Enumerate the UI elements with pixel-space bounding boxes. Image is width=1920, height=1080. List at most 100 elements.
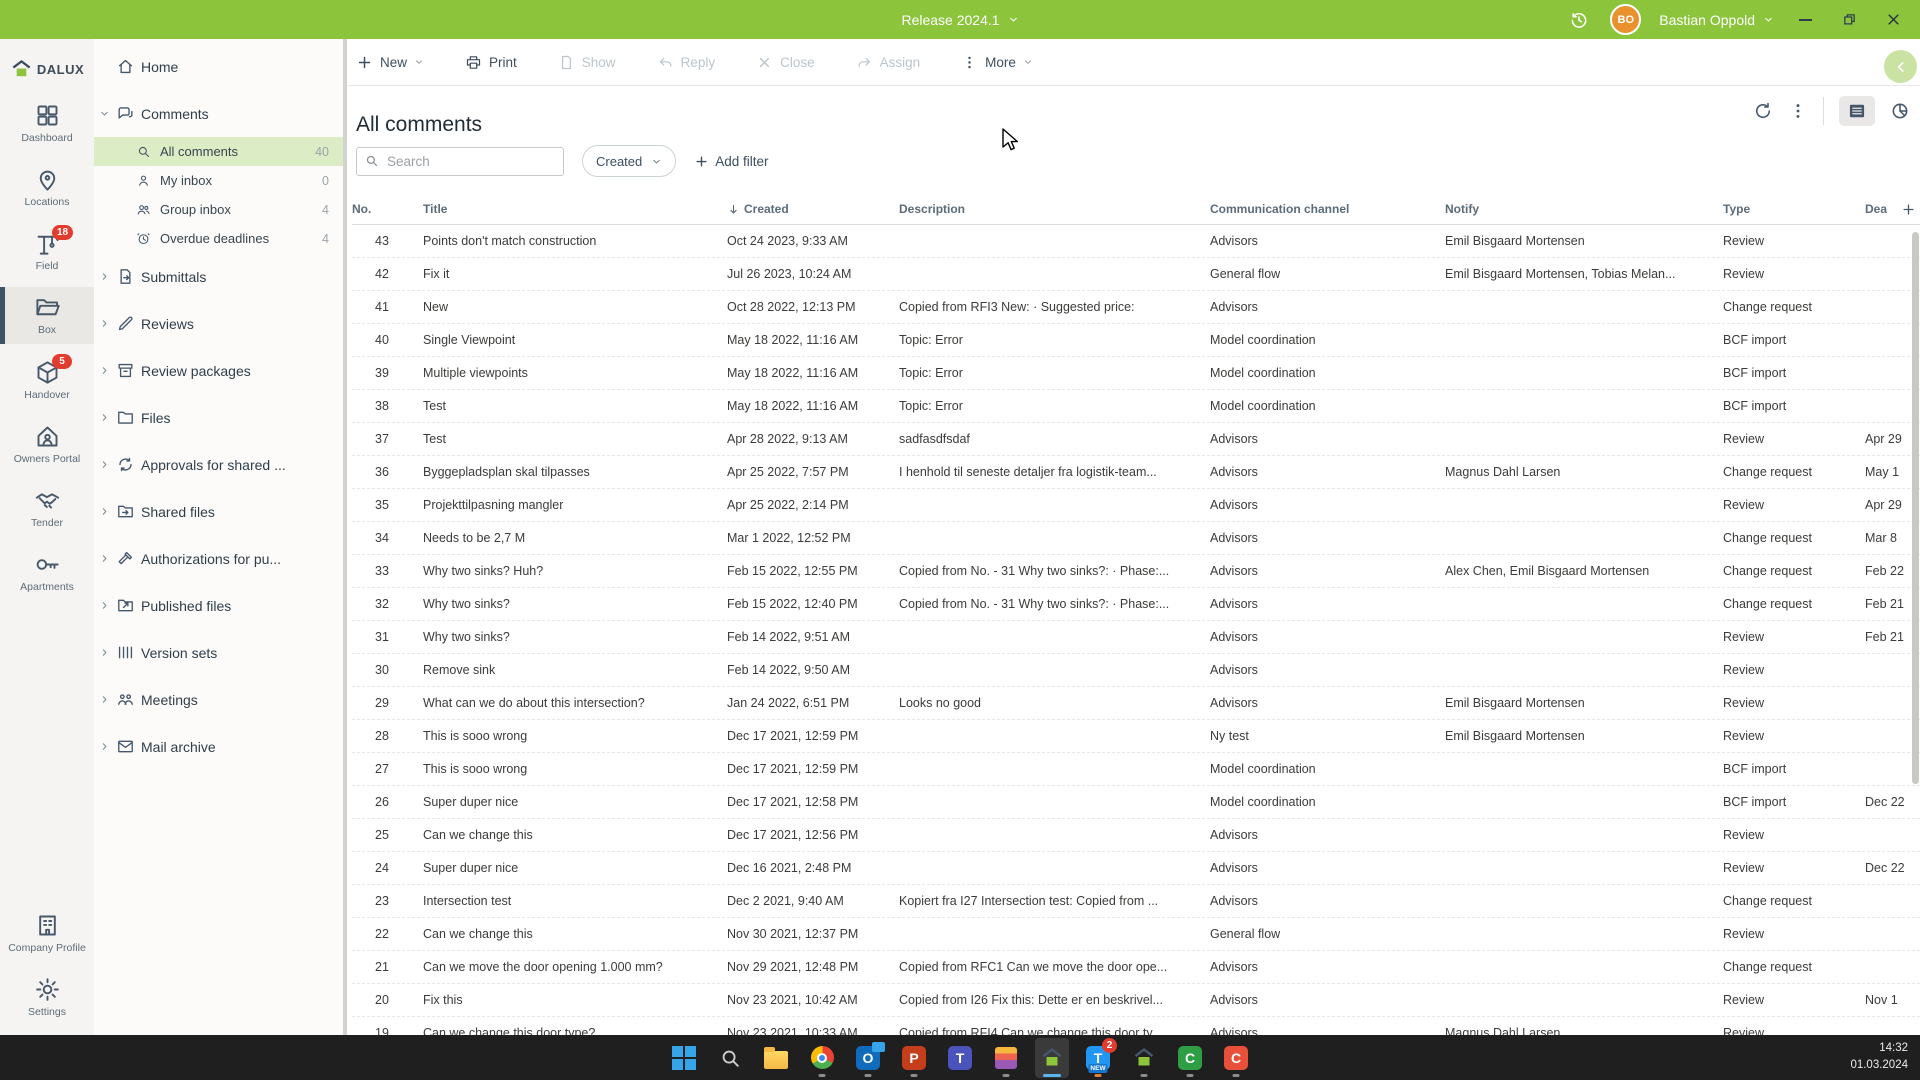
table-row[interactable]: 31 Why two sinks? Feb 14 2022, 9:51 AM A… [352, 621, 1920, 654]
new-button[interactable]: New [356, 54, 424, 71]
taskbar-start-button[interactable] [667, 1038, 701, 1078]
table-row[interactable]: 25 Can we change this Dec 17 2021, 12:56… [352, 819, 1920, 852]
table-row[interactable]: 20 Fix this Nov 23 2021, 10:42 AM Copied… [352, 984, 1920, 1017]
sidebar-item-authorizations[interactable]: Authorizations for pu... [94, 535, 343, 582]
rail-item-dashboard[interactable]: Dashboard [0, 95, 94, 151]
table-row[interactable]: 41 New Oct 28 2022, 12:13 PM Copied from… [352, 291, 1920, 324]
taskbar-camtasia-red[interactable]: C [1219, 1038, 1253, 1078]
table-row[interactable]: 23 Intersection test Dec 2 2021, 9:40 AM… [352, 885, 1920, 918]
taskbar-chrome[interactable] [805, 1038, 839, 1078]
sidebar-item-all-comments[interactable]: All comments 40 [94, 137, 343, 166]
taskbar-dalux-app[interactable] [1127, 1038, 1161, 1078]
user-menu[interactable]: Bastian Oppold [1659, 12, 1774, 28]
print-button[interactable]: Print [465, 54, 517, 71]
chart-view-toggle[interactable] [1890, 101, 1910, 121]
taskbar-teams[interactable]: T [943, 1038, 977, 1078]
table-row[interactable]: 24 Super duper nice Dec 16 2021, 2:48 PM… [352, 852, 1920, 885]
restore-button[interactable] [1836, 7, 1862, 33]
sidebar-item-meetings[interactable]: Meetings [94, 676, 343, 723]
rail-item-apartments[interactable]: Apartments [0, 544, 94, 600]
table-row[interactable]: 40 Single Viewpoint May 18 2022, 11:16 A… [352, 324, 1920, 357]
reply-button[interactable]: Reply [657, 54, 716, 71]
show-button[interactable]: Show [558, 54, 616, 71]
search-input[interactable] [356, 147, 564, 176]
folder-open-icon [0, 294, 94, 321]
sidebar-item-published-files[interactable]: Published files [94, 582, 343, 629]
table-row[interactable]: 26 Super duper nice Dec 17 2021, 12:58 P… [352, 786, 1920, 819]
taskbar-taskbar-search[interactable] [713, 1038, 747, 1078]
table-row[interactable]: 28 This is sooo wrong Dec 17 2021, 12:59… [352, 720, 1920, 753]
sidebar-item-approvals-for-shared[interactable]: Approvals for shared ... [94, 441, 343, 488]
taskbar-clock[interactable]: 14:32 01.03.2024 [1850, 1040, 1908, 1073]
taskbar-outlook[interactable]: O [851, 1038, 885, 1078]
rail-item-tender[interactable]: Tender [0, 480, 94, 536]
taskbar-t-app[interactable]: T 2 NEW [1081, 1038, 1115, 1078]
table-row[interactable]: 27 This is sooo wrong Dec 17 2021, 12:59… [352, 753, 1920, 786]
clock-date: 01.03.2024 [1850, 1057, 1908, 1074]
sort-dropdown[interactable]: Created [582, 145, 676, 177]
col-type[interactable]: Type [1723, 202, 1865, 216]
sidebar-item-mail-archive[interactable]: Mail archive [94, 723, 343, 770]
table-row[interactable]: 33 Why two sinks? Huh? Feb 15 2022, 12:5… [352, 555, 1920, 588]
dalux-logo[interactable]: DALUX [0, 43, 94, 95]
rail-item-handover[interactable]: 5 Handover [0, 352, 94, 408]
table-row[interactable]: 42 Fix it Jul 26 2023, 10:24 AM General … [352, 258, 1920, 291]
sidebar-item-reviews[interactable]: Reviews [94, 300, 343, 347]
table-row[interactable]: 36 Byggepladsplan skal tilpasses Apr 25 … [352, 456, 1920, 489]
minimize-button[interactable] [1792, 7, 1818, 33]
sidebar-item-my-inbox[interactable]: My inbox 0 [94, 166, 343, 195]
table-row[interactable]: 35 Projekttilpasning mangler Apr 25 2022… [352, 489, 1920, 522]
vertical-scrollbar[interactable] [1912, 232, 1919, 784]
taskbar-camtasia-green[interactable]: C [1173, 1038, 1207, 1078]
table-row[interactable]: 38 Test May 18 2022, 11:16 AM Topic: Err… [352, 390, 1920, 423]
taskbar-dalux-app-active[interactable] [1035, 1038, 1069, 1078]
rail-item-field[interactable]: 18 Field [0, 223, 94, 279]
refresh-icon[interactable] [1753, 101, 1773, 121]
add-filter-button[interactable]: Add filter [694, 154, 768, 169]
sidebar-item-review-packages[interactable]: Review packages [94, 347, 343, 394]
table-row[interactable]: 22 Can we change this Nov 30 2021, 12:37… [352, 918, 1920, 951]
table-row[interactable]: 39 Multiple viewpoints May 18 2022, 11:1… [352, 357, 1920, 390]
collapse-panel-button[interactable] [1884, 50, 1917, 83]
table-row[interactable]: 37 Test Apr 28 2022, 9:13 AM sadfasdfsda… [352, 423, 1920, 456]
add-column-icon[interactable] [1901, 202, 1916, 217]
col-deadline[interactable]: Dea [1865, 202, 1920, 217]
col-notify[interactable]: Notify [1445, 202, 1723, 216]
avatar[interactable]: BO [1610, 4, 1641, 35]
col-communication-channel[interactable]: Communication channel [1210, 202, 1445, 216]
col-no[interactable]: No. [352, 202, 423, 216]
rail-item-box[interactable]: Box [0, 287, 94, 343]
sidebar-item-overdue-deadlines[interactable]: Overdue deadlines 4 [94, 224, 343, 253]
col-description[interactable]: Description [899, 202, 1210, 216]
rail-item-company-profile[interactable]: Company Profile [0, 905, 94, 961]
col-created[interactable]: Created [727, 202, 899, 216]
taskbar-file-explorer[interactable] [759, 1038, 793, 1078]
table-row[interactable]: 30 Remove sink Feb 14 2022, 9:50 AM Advi… [352, 654, 1920, 687]
more-button[interactable]: More [961, 54, 1033, 71]
table-row[interactable]: 43 Points don't match construction Oct 2… [352, 225, 1920, 258]
table-row[interactable]: 32 Why two sinks? Feb 15 2022, 12:40 PM … [352, 588, 1920, 621]
close-window-button[interactable] [1880, 7, 1906, 33]
table-row[interactable]: 21 Can we move the door opening 1.000 mm… [352, 951, 1920, 984]
table-row[interactable]: 29 What can we do about this intersectio… [352, 687, 1920, 720]
table-row[interactable]: 34 Needs to be 2,7 M Mar 1 2022, 12:52 P… [352, 522, 1920, 555]
table-row[interactable]: 19 Can we change this door type? Nov 23 … [352, 1017, 1920, 1035]
sidebar-item-group-inbox[interactable]: Group inbox 4 [94, 195, 343, 224]
rail-item-settings[interactable]: Settings [0, 969, 94, 1025]
sidebar-item-home[interactable]: Home [94, 43, 343, 90]
assign-button[interactable]: Assign [856, 54, 921, 71]
col-title[interactable]: Title [423, 202, 727, 216]
sidebar-item-shared-files[interactable]: Shared files [94, 488, 343, 535]
sidebar-item-submittals[interactable]: Submittals [94, 253, 343, 300]
rail-item-owners-portal[interactable]: Owners Portal [0, 416, 94, 472]
sidebar-item-files[interactable]: Files [94, 394, 343, 441]
taskbar-widget-stack[interactable] [989, 1038, 1023, 1078]
sidebar-item-version-sets[interactable]: Version sets [94, 629, 343, 676]
table-view-toggle[interactable] [1839, 96, 1875, 126]
close-button[interactable]: Close [756, 54, 815, 71]
rail-item-locations[interactable]: Locations [0, 159, 94, 215]
sidebar-item-comments[interactable]: Comments [94, 90, 343, 137]
more-options-icon[interactable] [1788, 101, 1808, 121]
version-history-icon[interactable] [1566, 7, 1592, 33]
taskbar-powerpoint[interactable]: P [897, 1038, 931, 1078]
